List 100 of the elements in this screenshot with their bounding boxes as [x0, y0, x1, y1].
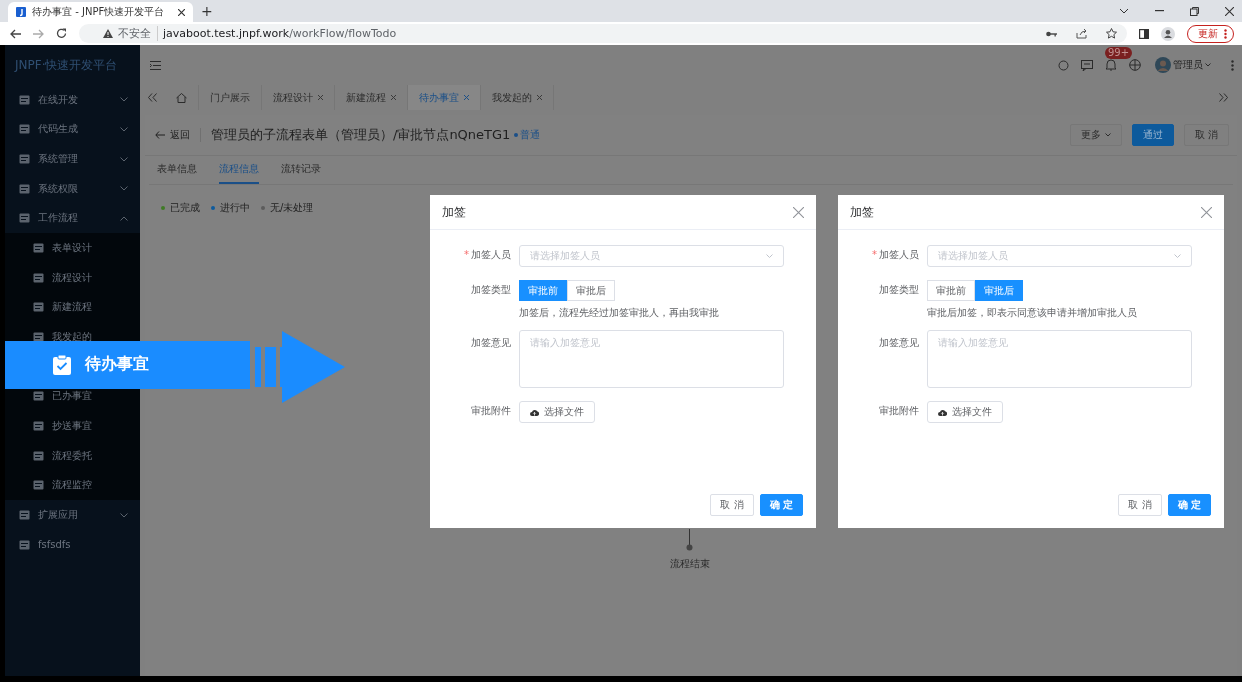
sidebar-item[interactable]: 工作流程	[5, 203, 140, 234]
hint-text: 加签后，流程先经过加签审批人，再由我审批	[519, 306, 720, 320]
document-icon	[33, 332, 44, 343]
sidebar-item[interactable]: 抄送事宜	[5, 411, 140, 441]
sidebar-item[interactable]: 在线开发	[5, 85, 140, 115]
legend-label: 进行中	[220, 201, 250, 215]
caret-icon	[1104, 133, 1111, 137]
site-icon	[16, 7, 26, 17]
cloud-icon	[530, 408, 539, 416]
dialog-title: 加签	[442, 203, 466, 221]
restore-icon[interactable]	[1190, 6, 1199, 16]
avatar-icon	[1155, 57, 1171, 73]
document-icon	[19, 124, 30, 135]
tab[interactable]: 门户展示	[199, 85, 262, 110]
user-menu[interactable]: 管理员	[1155, 57, 1211, 73]
profile-icon[interactable]	[1161, 26, 1175, 41]
sidebar-item[interactable]: 系统权限	[5, 173, 140, 204]
close-icon[interactable]	[1225, 6, 1234, 16]
required-mark: *	[872, 249, 877, 260]
sidebar-item[interactable]: 表单设计	[5, 233, 140, 263]
tab[interactable]: 流转记录	[281, 156, 321, 184]
action-button[interactable]: 通过	[1131, 124, 1174, 146]
key-icon[interactable]	[1046, 30, 1057, 37]
upload-button[interactable]: 选择文件	[927, 401, 1003, 423]
bell-icon[interactable]	[1105, 59, 1117, 71]
sidebar-item[interactable]: 扩展应用	[5, 500, 140, 530]
connector-line	[686, 529, 693, 551]
app-logo: JNPF·快速开发平台	[13, 57, 119, 74]
document-icon	[19, 213, 30, 224]
sidebar-item[interactable]: 代码生成	[5, 114, 140, 145]
document-icon	[33, 243, 44, 254]
field-label: 加签人员	[879, 249, 919, 260]
document-icon	[33, 391, 44, 402]
side-panel-icon[interactable]	[1139, 28, 1149, 39]
new-tab-button[interactable]: +	[201, 4, 213, 18]
address-bar[interactable]: 不安全 javaboot.test.jnpf.work/workFlow/flowTodo	[79, 24, 1127, 43]
menu-icon[interactable]	[150, 60, 161, 70]
close-icon[interactable]	[178, 8, 185, 16]
home-icon	[176, 92, 187, 103]
reload-icon[interactable]	[56, 28, 67, 39]
sidebar-item[interactable]: 流程设计	[5, 262, 140, 293]
radio-button[interactable]: 审批后	[567, 280, 615, 301]
sidebar-item[interactable]: fsfsdfs	[5, 529, 140, 560]
notification-badge: 99+	[1105, 47, 1133, 59]
caret-icon	[1205, 63, 1211, 67]
dot-icon	[514, 133, 519, 137]
browser-tab[interactable]: 待办事宜 - JNPF快速开发平台	[8, 2, 193, 22]
document-icon	[33, 421, 44, 432]
globe-icon[interactable]	[1129, 59, 1141, 71]
upload-button[interactable]: 选择文件	[519, 401, 595, 423]
field-label: 加签类型	[471, 284, 511, 295]
document-icon	[33, 480, 44, 491]
more-icon[interactable]	[1231, 59, 1234, 71]
legend-label: 无/未处理	[270, 201, 314, 215]
dialog-button[interactable]: 取 消	[710, 494, 754, 516]
field-label: 加签意见	[471, 337, 511, 348]
dialog-button[interactable]: 取 消	[1118, 494, 1162, 516]
sidebar-item[interactable]: 系统管理	[5, 144, 140, 174]
action-button[interactable]: 取 消	[1183, 124, 1229, 146]
sidebar-item[interactable]: 流程监控	[5, 470, 140, 501]
security-label: 不安全	[118, 26, 158, 41]
message-icon[interactable]	[1081, 59, 1093, 71]
hint-text: 审批后加签，即表示同意该申请并增加审批人员	[927, 306, 1138, 320]
document-icon	[19, 154, 30, 165]
legend-label: 已完成	[170, 201, 200, 215]
share-icon[interactable]	[1076, 28, 1087, 39]
back-icon[interactable]	[10, 28, 21, 39]
circle-icon[interactable]	[1058, 59, 1069, 71]
chevrons-left-icon[interactable]	[148, 93, 157, 102]
radio-button[interactable]: 审批前	[927, 280, 975, 301]
radio-button[interactable]: 审批前	[519, 280, 567, 301]
field-label: 审批附件	[471, 405, 511, 416]
minimize-icon[interactable]	[1155, 10, 1164, 12]
dialog-button[interactable]: 确 定	[759, 494, 803, 516]
sidebar-item[interactable]: 新建流程	[5, 292, 140, 323]
chevron-down-icon[interactable]	[1119, 8, 1129, 14]
cloud-icon	[938, 408, 947, 416]
callout-text: 待办事宜	[85, 354, 149, 376]
forward-icon[interactable]	[33, 28, 44, 39]
document-icon	[19, 539, 30, 550]
clipboard-icon	[53, 354, 71, 375]
tab[interactable]: 待办事宜	[408, 85, 481, 110]
caret-icon	[1174, 254, 1181, 258]
sidebar-item[interactable]: 流程委托	[5, 440, 140, 471]
tab[interactable]: 表单信息	[157, 156, 197, 184]
action-button[interactable]: 更多	[1069, 124, 1122, 146]
sidebar-item[interactable]: 我发起的	[5, 322, 140, 352]
arrow-left-icon	[155, 131, 165, 139]
dialog-button[interactable]: 确 定	[1167, 494, 1211, 516]
tab[interactable]: 流程设计	[262, 85, 335, 110]
star-icon[interactable]	[1106, 28, 1117, 39]
warning-icon	[103, 29, 113, 38]
radio-button[interactable]: 审批后	[975, 280, 1023, 301]
tab[interactable]: 流程信息	[219, 156, 259, 184]
tab-title: 待办事宜 - JNPF快速开发平台	[32, 5, 166, 19]
sidebar-item[interactable]: 已办事宜	[5, 381, 140, 412]
tab[interactable]: 我发起的	[481, 85, 554, 110]
chevrons-right-icon[interactable]	[1219, 93, 1228, 102]
update-button[interactable]: 更新	[1187, 24, 1234, 43]
back-link[interactable]: 返回	[155, 128, 190, 142]
